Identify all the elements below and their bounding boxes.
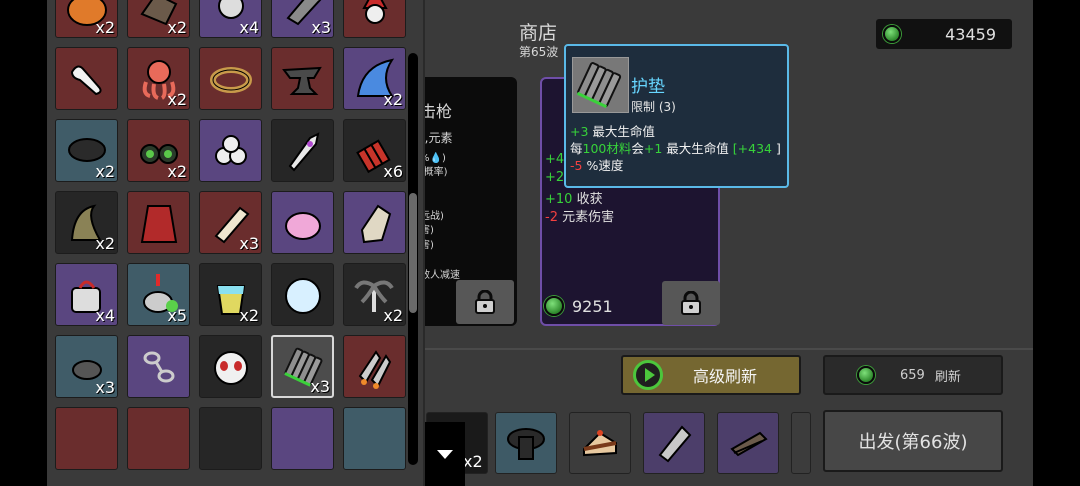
wave-label: 第65波 <box>519 45 559 59</box>
inventory-item-ring[interactable] <box>199 47 262 110</box>
inventory-item-padding-selected[interactable]: x3 <box>271 335 334 398</box>
collapse-arrow-button[interactable] <box>425 422 465 486</box>
rocket-icon <box>288 132 320 172</box>
inventory-item-gnome[interactable] <box>343 0 406 38</box>
card2-price: 9251 <box>544 296 613 316</box>
item-tooltip: 护垫 限制 (3) +3 最大生命值 每100材料会+1 最大生命值 [+434… <box>564 44 789 188</box>
card2-stat: +10 收获 <box>545 192 603 207</box>
inventory-panel: x2 x2 x4 x3 x2 x2 x2 x2 x6 x2 x3 x4 x5 x… <box>47 0 425 486</box>
shop-item-card-1[interactable]: 击枪 ),元素 %💧) -概率) 远战) 害) 害) 敌人减速 <box>410 77 517 326</box>
plate-icon <box>658 425 692 463</box>
inventory-item[interactable] <box>55 407 118 470</box>
inventory-item[interactable] <box>127 407 190 470</box>
inventory-item-palm[interactable]: x2 <box>343 263 406 326</box>
parchment-icon <box>360 204 392 244</box>
owned-item-slot[interactable] <box>717 412 779 474</box>
pink-blob-icon <box>285 212 321 240</box>
inventory-item-rocket[interactable] <box>271 119 334 182</box>
cake-icon <box>583 430 617 457</box>
snowball-icon <box>285 278 321 314</box>
inventory-item[interactable] <box>199 407 262 470</box>
inventory-item-scorpion[interactable]: x3 <box>55 335 118 398</box>
divider <box>425 348 1033 350</box>
owned-item-slot[interactable] <box>495 412 557 474</box>
inventory-item-anvil[interactable] <box>271 47 334 110</box>
inventory-item[interactable] <box>343 407 406 470</box>
wood-icon <box>730 431 768 457</box>
padding-icon <box>572 57 629 113</box>
inventory-item-parchment[interactable] <box>343 191 406 254</box>
tooltip-stat-line: -5 %速度 <box>570 158 624 173</box>
owned-item-slot[interactable] <box>791 412 811 474</box>
letterbox-left <box>0 0 47 486</box>
inventory-item-binoculars[interactable]: x2 <box>127 119 190 182</box>
currency-value: 43459 <box>945 24 996 44</box>
letterbox-right <box>1033 0 1080 486</box>
bone-arm-icon <box>70 65 102 96</box>
inventory-item-drink[interactable]: x2 <box>199 263 262 326</box>
scrollbar-thumb[interactable] <box>409 193 417 313</box>
cape-icon <box>140 205 178 243</box>
premium-refresh-button[interactable]: 高级刷新 <box>621 355 801 395</box>
inventory-item-scroll[interactable]: x3 <box>199 191 262 254</box>
refresh-button[interactable]: 659 刷新 <box>823 355 1003 395</box>
inventory-item-bone-arm[interactable] <box>55 47 118 110</box>
inventory-item-hood[interactable]: x2 <box>55 191 118 254</box>
tooltip-item-name: 护垫 <box>631 77 665 97</box>
lock-button[interactable] <box>662 281 720 325</box>
material-coin-icon <box>857 366 875 384</box>
lock-icon <box>475 290 495 314</box>
inventory-item-bag[interactable]: x4 <box>55 263 118 326</box>
card2-stat: +4 <box>545 152 565 167</box>
owned-item-slot[interactable] <box>569 412 631 474</box>
inventory-item-beast-head[interactable]: x2 <box>127 0 190 38</box>
inventory-item-snowball[interactable] <box>271 263 334 326</box>
belt-icon <box>507 428 545 460</box>
skull-pile-icon <box>215 135 247 165</box>
currency-display: 43459 <box>876 19 1012 49</box>
inventory-item-pink-blob[interactable] <box>271 191 334 254</box>
inventory-item-dynamite[interactable]: x6 <box>343 119 406 182</box>
shop-title: 商店 <box>519 22 558 44</box>
inventory-item[interactable] <box>271 407 334 470</box>
chain-icon <box>143 351 175 383</box>
inventory-item-alert-critter[interactable]: x5 <box>127 263 190 326</box>
anvil-icon <box>282 66 322 95</box>
inventory-item-pumpkin[interactable]: x2 <box>55 0 118 38</box>
lock-icon <box>681 291 701 315</box>
start-wave-button[interactable]: 出发(第66波) <box>823 410 1003 472</box>
gnome-icon <box>362 0 388 24</box>
inventory-item-shark-fin[interactable]: x2 <box>343 47 406 110</box>
tooltip-limit: 限制 (3) <box>631 100 676 114</box>
inventory-item-skull-pile[interactable] <box>199 119 262 182</box>
owned-item-slot[interactable] <box>643 412 705 474</box>
missiles-icon <box>358 350 392 389</box>
inventory-item-beret[interactable]: x2 <box>55 119 118 182</box>
inventory-item-chain[interactable] <box>127 335 190 398</box>
play-icon <box>633 360 663 390</box>
inventory-item-stone[interactable]: x3 <box>271 0 334 38</box>
ring-icon <box>210 67 252 93</box>
inventory-item-missiles[interactable] <box>343 335 406 398</box>
inventory-scrollbar[interactable] <box>408 53 418 465</box>
mask-icon <box>214 351 248 385</box>
inventory-item-mask[interactable] <box>199 335 262 398</box>
card2-stat: +2 <box>545 170 565 185</box>
card1-line: 敌人减速 <box>420 270 460 281</box>
inventory-item-octopus[interactable]: x2 <box>127 47 190 110</box>
material-coin-icon <box>544 296 564 316</box>
inventory-item-cape[interactable] <box>127 191 190 254</box>
material-coin-icon <box>883 25 901 43</box>
lock-button[interactable] <box>456 280 514 324</box>
card2-stat: -2 元素伤害 <box>545 210 615 225</box>
inventory-item-skull-critter[interactable]: x4 <box>199 0 262 38</box>
